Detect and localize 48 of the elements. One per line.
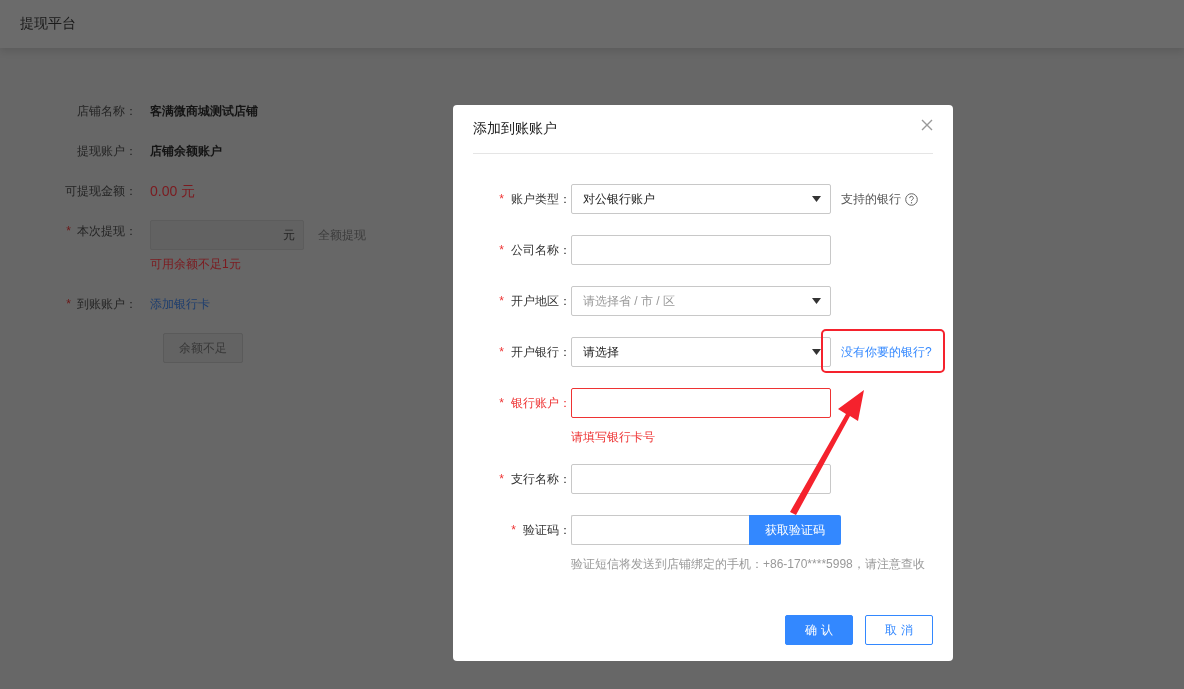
confirm-button[interactable]: 确 认 [785, 615, 853, 645]
error-text: 请填写银行卡号 [571, 429, 656, 446]
supported-banks-label: 支持的银行 [841, 190, 901, 208]
caret-icon [812, 298, 821, 304]
required-mark: * [499, 294, 504, 308]
field-label: 店铺名称： [77, 104, 137, 118]
page-title: 提现平台 [20, 15, 76, 33]
required-mark: * [499, 345, 504, 359]
field-label: 可提现金额： [65, 184, 137, 198]
error-text: 可用余额不足1元 [150, 256, 242, 273]
required-mark: * [66, 224, 71, 238]
field-label: 支行名称： [511, 472, 571, 486]
required-mark: * [499, 243, 504, 257]
field-label: 开户地区： [511, 294, 571, 308]
cancel-button[interactable]: 取 消 [865, 615, 933, 645]
field-label: 账户类型： [511, 192, 571, 206]
required-mark: * [499, 192, 504, 206]
field-label: 验证码： [523, 523, 571, 537]
input-field[interactable] [571, 235, 831, 265]
missing-bank-link[interactable]: 没有你要的银行? [841, 343, 932, 361]
field-label: 到账账户： [77, 297, 137, 311]
add-card-link[interactable]: 添加银行卡 [150, 293, 210, 315]
amount-value: 0.00 元 [150, 182, 196, 201]
field-label: 公司名称： [511, 243, 571, 257]
required-mark: * [511, 523, 516, 537]
input-field[interactable] [571, 388, 831, 418]
field-value: 客满微商城测试店铺 [150, 103, 258, 120]
field-value: 店铺余额账户 [150, 143, 222, 160]
input-field[interactable] [571, 464, 831, 494]
field-label: 银行账户： [511, 396, 571, 410]
required-mark: * [499, 472, 504, 486]
hint-text: 验证短信将发送到店铺绑定的手机：+86-170****5998，请注意查收 [571, 556, 925, 573]
help-icon[interactable] [905, 192, 918, 206]
field-label: 本次提现： [77, 224, 137, 238]
close-icon[interactable] [921, 119, 933, 131]
field-label: 开户银行： [511, 345, 571, 359]
field-label: 提现账户： [77, 144, 137, 158]
caret-icon [812, 349, 821, 355]
select-field[interactable]: 对公银行账户 [571, 184, 831, 214]
caret-icon [812, 196, 821, 202]
dialog-title: 添加到账账户 [473, 120, 557, 138]
select-field[interactable]: 请选择 [571, 337, 831, 367]
code-input[interactable] [571, 515, 749, 545]
get-code-button[interactable]: 获取验证码 [749, 515, 841, 545]
required-mark: * [66, 297, 71, 311]
select-field[interactable]: 请选择省 / 市 / 区 [571, 286, 831, 316]
required-mark: * [499, 396, 504, 410]
unit-label: 元 [283, 226, 295, 244]
